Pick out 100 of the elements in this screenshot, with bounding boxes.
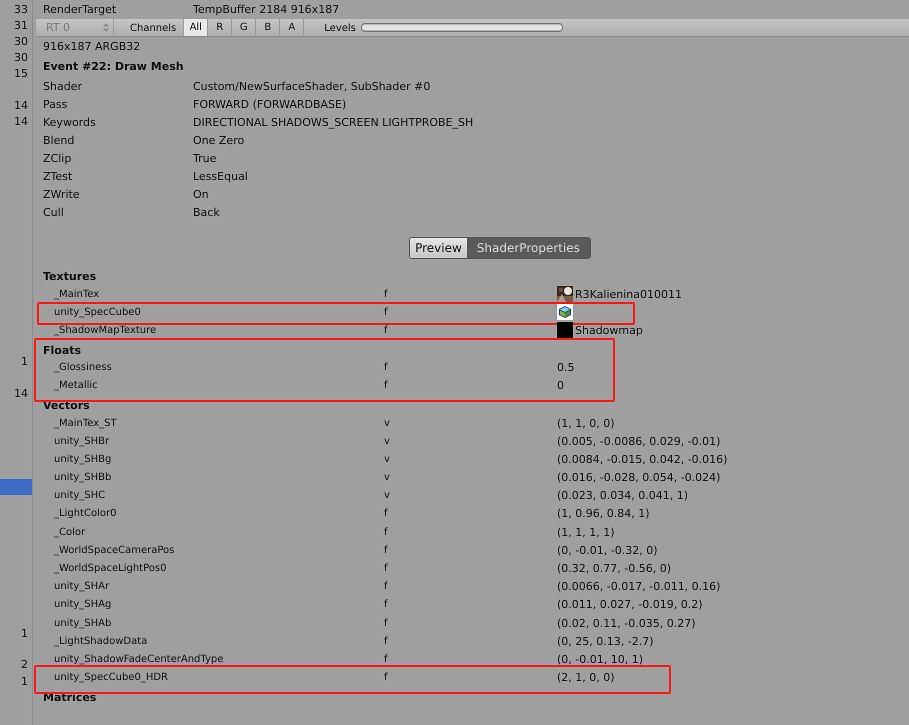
list-number[interactable]: 30 xyxy=(0,50,28,66)
list-number[interactable]: 31 xyxy=(0,18,28,34)
property-type: f xyxy=(384,508,389,520)
property-type: f xyxy=(384,599,389,610)
property-label: Blend xyxy=(43,134,76,146)
property-name: unity_SpecCube0_HDR xyxy=(53,672,169,684)
property-value: (1, 0.96, 0.84, 1) xyxy=(557,507,650,520)
property-name: _LightShadowData xyxy=(53,636,148,647)
property-name: _WorldSpaceCameraPos xyxy=(53,544,176,556)
list-number[interactable]: 15 xyxy=(0,66,28,82)
view-tab[interactable]: ShaderProperties xyxy=(466,238,590,258)
property-label: Cull xyxy=(43,206,65,218)
list-number[interactable]: 14 xyxy=(0,114,28,130)
property-name: unity_SHAb xyxy=(53,618,112,629)
property-value: (0.023, 0.034, 0.041, 1) xyxy=(557,489,688,502)
property-value: (0.005, -0.0086, 0.029, -0.01) xyxy=(557,434,720,448)
levels-slider[interactable] xyxy=(360,23,563,32)
property-type: f xyxy=(384,636,389,647)
section-heading: Textures xyxy=(42,269,98,285)
selected-row-marker[interactable] xyxy=(0,479,32,495)
property-type: f xyxy=(384,563,389,574)
list-number[interactable]: 1 xyxy=(0,626,28,642)
section-heading: Vectors xyxy=(42,398,91,414)
property-type: v xyxy=(384,490,391,502)
property-name: _Glossiness xyxy=(53,362,113,374)
property-value: Shadowmap xyxy=(575,324,643,337)
property-label: Keywords xyxy=(43,116,97,128)
list-number[interactable]: 1 xyxy=(0,674,28,690)
property-name: unity_ShadowFadeCenterAndType xyxy=(53,654,224,665)
property-value: (0, 25, 0.13, -2.7) xyxy=(557,634,654,648)
property-type: f xyxy=(384,306,389,318)
property-value: TempBuffer 2184 916x187 xyxy=(193,2,340,16)
property-type: f xyxy=(384,362,389,374)
property-name: unity_SHAg xyxy=(53,599,112,610)
property-name: _ShadowMapTexture xyxy=(53,324,158,336)
property-value: DIRECTIONAL SHADOWS_SCREEN LIGHTPROBE_SH xyxy=(193,116,474,128)
property-name: unity_SpecCube0 xyxy=(53,306,142,318)
view-tab[interactable]: Preview xyxy=(410,238,467,258)
property-value: On xyxy=(193,188,209,200)
property-type: f xyxy=(384,380,389,392)
property-name: unity_SHBg xyxy=(53,454,112,465)
channel-button[interactable]: R xyxy=(208,19,232,36)
list-number[interactable]: 14 xyxy=(0,98,28,114)
property-type: f xyxy=(384,324,389,336)
channel-button[interactable]: All xyxy=(184,19,208,36)
property-type: v xyxy=(384,436,391,447)
list-number[interactable]: 2 xyxy=(0,657,28,673)
channel-button[interactable]: B xyxy=(256,19,280,36)
property-name: unity_SHAr xyxy=(53,581,110,592)
property-type: f xyxy=(384,526,389,538)
property-value: R3Kalienina010011 xyxy=(575,288,682,301)
property-value: (0, -0.01, -0.32, 0) xyxy=(557,544,658,557)
property-value: (0, -0.01, 10, 1) xyxy=(557,652,644,666)
property-value: 0 xyxy=(557,379,564,392)
property-name: _Color xyxy=(53,526,86,538)
property-value: (0.0084, -0.015, 0.042, -0.016) xyxy=(557,452,728,466)
property-value: LessEqual xyxy=(193,170,248,182)
property-label: Pass xyxy=(43,98,68,110)
property-value: True xyxy=(193,152,216,164)
property-type: f xyxy=(384,581,389,592)
property-label: Shader xyxy=(43,80,83,92)
property-name: unity_SHBb xyxy=(53,472,112,484)
property-value: (0.016, -0.028, 0.054, -0.024) xyxy=(557,471,720,484)
property-type: v xyxy=(384,418,391,429)
levels-label: Levels xyxy=(323,22,357,36)
property-type: f xyxy=(384,672,389,684)
property-name: unity_SHBr xyxy=(53,436,110,447)
format-text: 916x187 ARGB32 xyxy=(42,39,142,55)
property-name: _LightColor0 xyxy=(53,508,118,520)
property-name: _WorldSpaceLightPos0 xyxy=(53,563,168,574)
property-value: (2, 1, 0, 0) xyxy=(557,671,615,684)
spinner-icon xyxy=(103,23,109,32)
property-label: RenderTarget xyxy=(43,2,118,16)
event-title: Event #22: Draw Mesh xyxy=(42,59,185,75)
list-number[interactable]: 14 xyxy=(0,386,28,402)
property-name: _Metallic xyxy=(53,380,99,392)
property-value: 0.5 xyxy=(557,361,574,374)
property-type: f xyxy=(384,288,389,300)
section-heading: Floats xyxy=(42,342,82,359)
property-name: _MainTex_ST xyxy=(53,418,118,429)
property-type: f xyxy=(384,618,389,629)
channel-button[interactable]: A xyxy=(280,19,304,36)
cube-icon xyxy=(557,304,573,320)
property-label: ZWrite xyxy=(43,188,81,200)
property-value: (0.011, 0.027, -0.019, 0.2) xyxy=(557,598,702,612)
property-value: (0.0066, -0.017, -0.011, 0.16) xyxy=(557,580,720,594)
channel-button[interactable]: G xyxy=(232,19,256,36)
property-label: ZTest xyxy=(43,170,74,182)
property-name: unity_SHC xyxy=(53,490,106,502)
property-value: (1, 1, 0, 0) xyxy=(557,416,615,430)
texture-thumbnail xyxy=(557,322,573,338)
list-number[interactable]: 1 xyxy=(0,354,28,370)
list-number[interactable]: 33 xyxy=(0,2,28,18)
property-type: f xyxy=(384,654,389,665)
property-value: Back xyxy=(193,206,220,218)
property-value: One Zero xyxy=(193,134,244,146)
property-type: f xyxy=(384,544,389,556)
property-name: _MainTex xyxy=(53,288,100,300)
property-type: v xyxy=(384,472,391,484)
list-number[interactable]: 30 xyxy=(0,34,28,50)
